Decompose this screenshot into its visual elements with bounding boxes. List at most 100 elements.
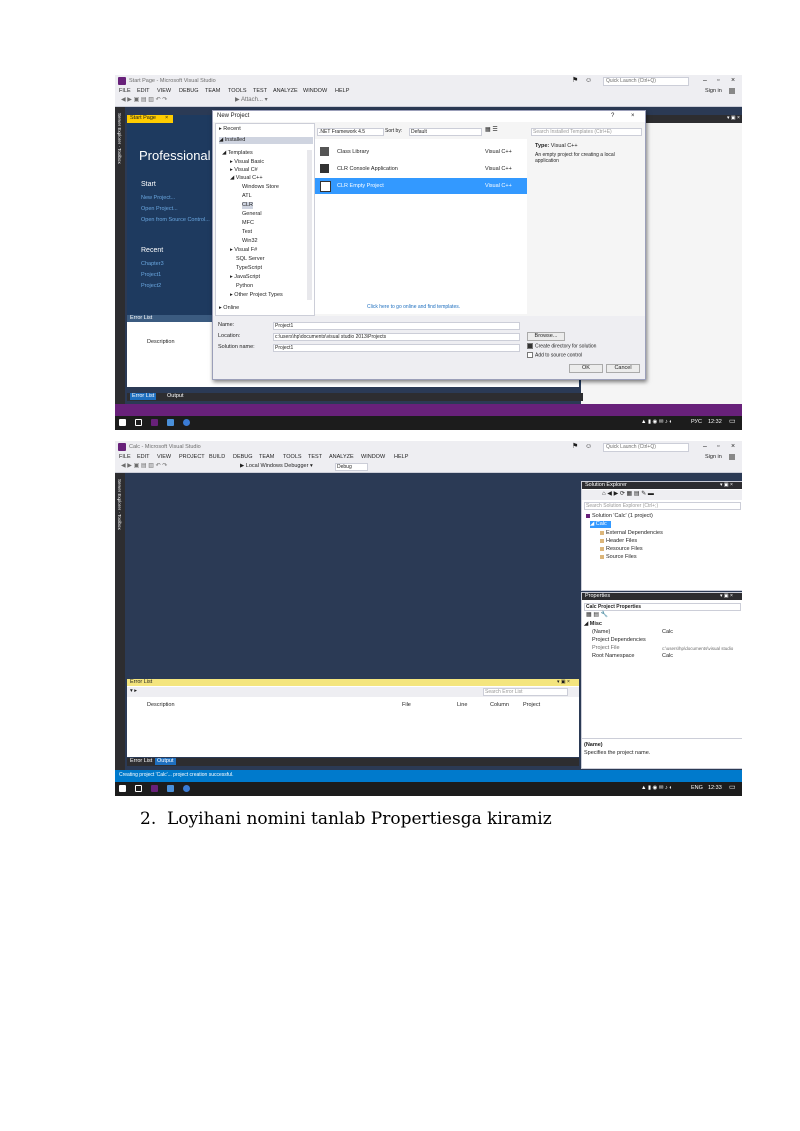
name-field[interactable]: Project1: [273, 322, 520, 330]
notifications-icon[interactable]: ▭: [729, 784, 736, 791]
misc-category[interactable]: ◢ Misc: [584, 621, 602, 628]
property-value[interactable]: Calc: [662, 629, 673, 636]
solution-field[interactable]: Project1: [273, 344, 520, 352]
server-explorer-tab[interactable]: Server Explorer · Toolbox: [116, 479, 123, 530]
menu-file[interactable]: FILE: [119, 88, 131, 95]
property-value[interactable]: Calc: [662, 653, 673, 660]
menu-window[interactable]: WINDOW: [303, 88, 327, 95]
menu-debug[interactable]: DEBUG: [233, 454, 253, 461]
home-icon[interactable]: ⌂ ◀ ▶ ⟳ ▦ ▤ ✎ ▬: [602, 491, 654, 498]
feedback-icon[interactable]: ☺: [585, 77, 592, 84]
browser-taskbar-icon[interactable]: [183, 419, 190, 426]
error-search-input[interactable]: Search Error List: [483, 688, 568, 696]
property-value[interactable]: c:\users\hp\documents\visual studio: [662, 645, 740, 652]
filter-icon[interactable]: ▾ ▸: [130, 688, 137, 695]
minimize-icon[interactable]: –: [703, 77, 707, 84]
col-line[interactable]: Line: [457, 702, 467, 709]
menu-tools[interactable]: TOOLS: [228, 88, 247, 95]
tree-templates[interactable]: ◢ Templates: [222, 150, 253, 157]
tree-recent[interactable]: ▸ Recent: [219, 126, 241, 133]
browse-button[interactable]: Browse...: [527, 332, 565, 341]
menu-help[interactable]: HELP: [394, 454, 408, 461]
tree-item[interactable]: Python: [236, 283, 253, 290]
tray-icons[interactable]: ▲ ▮ ◉ ✉ ♪ ◐: [641, 785, 673, 792]
tree-item[interactable]: ▸ Other Project Types: [230, 292, 283, 299]
panel-pin-icon[interactable]: ▾ ▣ ×: [557, 679, 570, 686]
template-item-selected[interactable]: CLR Empty Project Visual C++: [315, 178, 527, 194]
explorer-taskbar-icon[interactable]: [167, 419, 174, 426]
maximize-icon[interactable]: ▫: [717, 77, 719, 84]
dialog-close-icon[interactable]: ×: [631, 113, 635, 120]
start-windows-icon[interactable]: [119, 785, 126, 792]
panel-pin-icon[interactable]: ▾ ▣ ×: [720, 482, 733, 489]
tree-item[interactable]: ▸ JavaScript: [230, 274, 260, 281]
tab-error-list[interactable]: Error List: [130, 758, 152, 765]
menu-edit[interactable]: EDIT: [137, 88, 150, 95]
properties-object-select[interactable]: Calc Project Properties: [584, 603, 741, 611]
quick-launch-input[interactable]: Quick Launch (Ctrl+Q): [603, 77, 689, 86]
start-windows-icon[interactable]: [119, 419, 126, 426]
recent-item[interactable]: Project1: [141, 272, 161, 279]
tab-start-page[interactable]: Start Page ×: [127, 115, 173, 123]
start-debugger-button[interactable]: ▶ Local Windows Debugger ▾: [240, 463, 313, 470]
task-view-icon[interactable]: [135, 419, 142, 426]
avatar[interactable]: [729, 454, 735, 460]
close-icon[interactable]: ×: [731, 77, 735, 84]
menu-team[interactable]: TEAM: [205, 88, 220, 95]
tab-error-list[interactable]: Error List: [130, 393, 157, 400]
col-column[interactable]: Column: [490, 702, 509, 709]
avatar[interactable]: [729, 88, 735, 94]
server-explorer-tab[interactable]: Server Explorer · Toolbox: [116, 113, 123, 164]
solution-node[interactable]: Solution 'Calc' (1 project): [586, 513, 653, 520]
tree-scrollbar[interactable]: [307, 150, 312, 300]
menu-analyze[interactable]: ANALYZE: [329, 454, 354, 461]
col-project[interactable]: Project: [523, 702, 540, 709]
online-templates-link[interactable]: Click here to go online and find templat…: [367, 304, 460, 311]
menu-view[interactable]: VIEW: [157, 88, 171, 95]
close-icon[interactable]: ×: [731, 443, 735, 450]
template-search-input[interactable]: Search Installed Templates (Ctrl+E): [531, 128, 642, 136]
notification-icon[interactable]: ⚑: [572, 443, 578, 450]
source-control-link[interactable]: Open from Source Control...: [141, 217, 210, 224]
cancel-button[interactable]: Cancel: [606, 364, 640, 373]
sign-in-link[interactable]: Sign in: [705, 88, 722, 95]
tab-output[interactable]: Output: [167, 393, 184, 400]
col-file[interactable]: File: [402, 702, 411, 709]
col-description[interactable]: Description: [147, 702, 175, 709]
minimize-icon[interactable]: –: [703, 443, 707, 450]
menu-project[interactable]: PROJECT: [179, 454, 205, 461]
notification-icon[interactable]: ⚑: [572, 77, 578, 84]
menu-test[interactable]: TEST: [308, 454, 322, 461]
create-directory-checkbox[interactable]: Create directory for solution: [527, 343, 596, 350]
menu-file[interactable]: FILE: [119, 454, 131, 461]
vs-taskbar-icon[interactable]: [151, 785, 158, 792]
tree-item[interactable]: TypeScript: [236, 265, 262, 272]
explorer-taskbar-icon[interactable]: [167, 785, 174, 792]
source-control-checkbox[interactable]: Add to source control: [527, 352, 582, 359]
menu-test[interactable]: TEST: [253, 88, 267, 95]
tree-item[interactable]: SQL Server: [236, 256, 265, 263]
solution-search-input[interactable]: Search Solution Explorer (Ctrl+;): [584, 502, 741, 510]
folder-node[interactable]: External Dependencies: [600, 530, 663, 537]
tree-item[interactable]: General: [242, 211, 262, 218]
attach-icon[interactable]: ▶ Attach... ▾: [235, 97, 268, 104]
configuration-select[interactable]: Debug: [335, 463, 368, 471]
close-tab-icon[interactable]: ×: [165, 115, 168, 122]
location-field[interactable]: c:\users\hp\documents\visual studio 2013…: [273, 333, 520, 341]
browser-taskbar-icon[interactable]: [183, 785, 190, 792]
menu-tools[interactable]: TOOLS: [283, 454, 302, 461]
open-project-link[interactable]: Open Project...: [141, 206, 178, 213]
tree-item[interactable]: ◢ Visual C++: [230, 175, 263, 182]
panel-pin-icon[interactable]: ▾ ▣ ×: [720, 593, 733, 600]
tree-item[interactable]: Windows Store: [242, 184, 279, 191]
menu-debug[interactable]: DEBUG: [179, 88, 199, 95]
template-item[interactable]: Class Library Visual C++: [315, 144, 527, 160]
folder-node[interactable]: Source Files: [600, 554, 637, 561]
panel-pin-icon[interactable]: ▾ ▣ ×: [727, 115, 740, 122]
project-node[interactable]: ◢ Calc: [590, 521, 611, 528]
menu-edit[interactable]: EDIT: [137, 454, 150, 461]
sort-select[interactable]: Default: [409, 128, 482, 136]
recent-item[interactable]: Chapter3: [141, 261, 164, 268]
menu-build[interactable]: BUILD: [209, 454, 225, 461]
tree-installed[interactable]: ◢ Installed: [219, 137, 313, 144]
